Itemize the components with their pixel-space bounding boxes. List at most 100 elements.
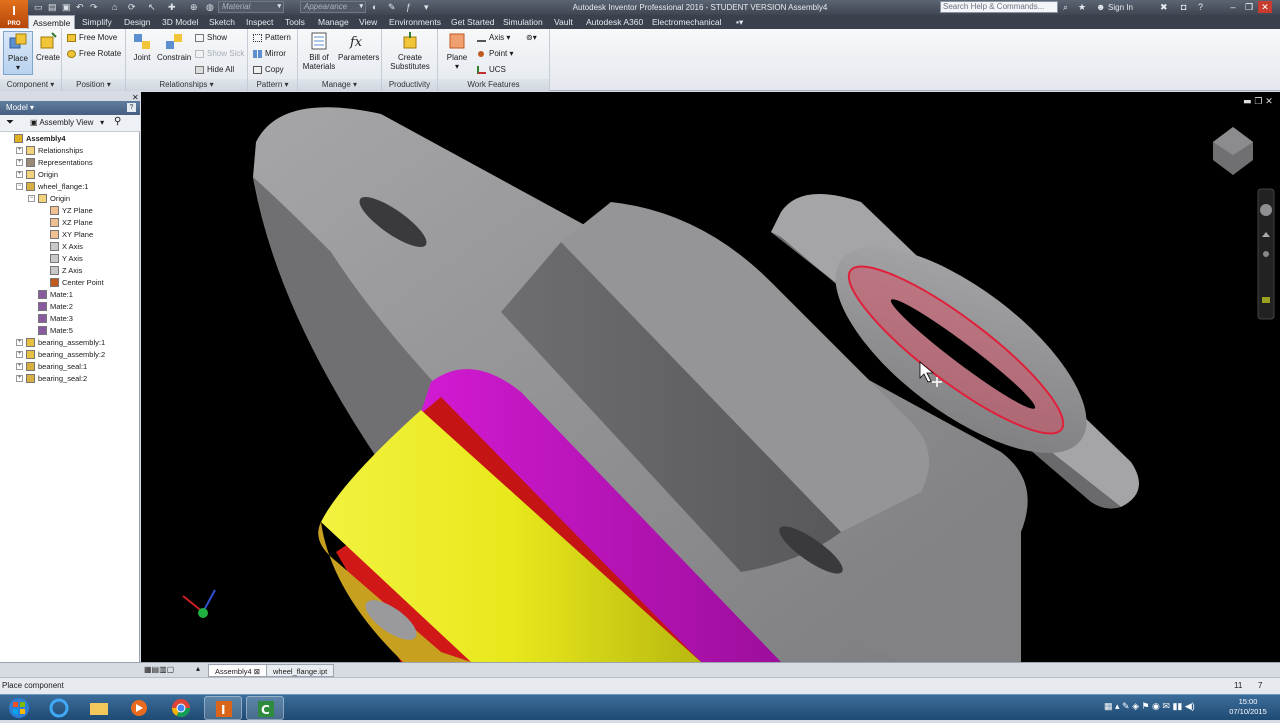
measure-icon[interactable]: ✚ [168, 2, 176, 13]
tab-sketch[interactable]: Sketch [205, 15, 239, 29]
browser-node[interactable]: + Representations [0, 157, 140, 169]
tab-autodesk-a360[interactable]: Autodesk A360 [582, 15, 647, 29]
find-icon[interactable]: ⚲ [114, 116, 121, 127]
tab-simplify[interactable]: Simplify [78, 15, 116, 29]
tab-vault[interactable]: Vault [550, 15, 577, 29]
filter-icon[interactable]: ⏷ [6, 117, 14, 128]
free-move-button[interactable]: Free Move [66, 31, 117, 45]
parameters-button[interactable]: fx Parameters [338, 31, 379, 75]
binoculars-icon[interactable]: ⌕ [1063, 1, 1068, 14]
create-button[interactable]: Create [33, 31, 63, 75]
browser-node[interactable]: + bearing_assembly:2 [0, 349, 140, 361]
help-search-input[interactable]: Search Help & Commands... [940, 1, 1058, 13]
constrain-button[interactable]: Constrain [157, 31, 191, 75]
copy-button[interactable]: Copy [252, 63, 284, 77]
panel-title-pattern[interactable]: Pattern ▾ [248, 79, 297, 91]
panel-title-work-features[interactable]: Work Features [438, 79, 549, 91]
browser-node[interactable]: Z Axis [0, 265, 140, 277]
tab-inspect[interactable]: Inspect [242, 15, 277, 29]
material-combo[interactable]: Material ▾ [218, 1, 284, 13]
taskbar-ie[interactable] [40, 696, 78, 720]
place-button[interactable]: Place ▾ [3, 31, 33, 75]
browser-node[interactable]: + Relationships [0, 145, 140, 157]
select-icon[interactable]: ↖ [148, 2, 156, 13]
clear-appearance-icon[interactable]: ◐ [372, 2, 377, 13]
browser-node[interactable]: Y Axis [0, 253, 140, 265]
browser-header[interactable]: Model ▾ ? [0, 101, 140, 115]
expand-icon[interactable]: + [16, 147, 23, 154]
new-icon[interactable]: ▭ [34, 2, 43, 13]
browser-node[interactable]: Assembly4 [0, 133, 140, 145]
browser-node[interactable]: YZ Plane [0, 205, 140, 217]
point-button[interactable]: Point ▾ [476, 47, 513, 61]
browser-node[interactable]: X Axis [0, 241, 140, 253]
tab-view[interactable]: View [355, 15, 381, 29]
bill-of-materials-button[interactable]: Bill of Materials [302, 31, 336, 75]
panel-title-position[interactable]: Position ▾ [62, 79, 125, 91]
tab-overflow[interactable]: ▪▾ [732, 15, 747, 29]
browser-node[interactable]: Center Point [0, 277, 140, 289]
graphics-window[interactable]: ▬ ❐ ✕ [141, 92, 1280, 662]
subscription-icon[interactable]: ◘ [1181, 1, 1186, 14]
collapse-icon[interactable]: − [16, 183, 23, 190]
zoom-icon[interactable]: ⊕ [190, 2, 198, 13]
taskbar-camtasia[interactable]: C [246, 696, 284, 720]
more-icon[interactable]: ▾ [424, 2, 429, 13]
free-rotate-button[interactable]: Free Rotate [66, 47, 121, 61]
browser-node[interactable]: + bearing_assembly:1 [0, 337, 140, 349]
user-icon[interactable]: ☻ [1096, 1, 1105, 14]
browser-node[interactable]: Mate:2 [0, 301, 140, 313]
tab-assemble[interactable]: Assemble [28, 15, 76, 29]
expand-icon[interactable]: + [16, 339, 23, 346]
browser-node[interactable]: Mate:3 [0, 313, 140, 325]
tab-tools[interactable]: Tools [281, 15, 309, 29]
assembly-view-dropdown[interactable]: ▣ Assembly View ▾ [30, 118, 104, 127]
taskbar-explorer[interactable] [80, 696, 118, 720]
expand-icon[interactable]: + [16, 159, 23, 166]
appearance-combo[interactable]: Appearance ▾ [300, 1, 366, 13]
start-button[interactable] [2, 696, 36, 720]
browser-node[interactable]: Mate:5 [0, 325, 140, 337]
browser-node[interactable]: Mate:1 [0, 289, 140, 301]
taskbar-inventor[interactable]: I [204, 696, 242, 720]
joint-button[interactable]: Joint [127, 31, 157, 75]
expand-icon[interactable]: + [16, 363, 23, 370]
steering-wheel-icon[interactable] [1260, 204, 1272, 216]
star-icon[interactable]: ★ [1078, 1, 1086, 14]
browser-node[interactable]: XZ Plane [0, 217, 140, 229]
help-icon[interactable]: ? [1198, 1, 1203, 14]
browser-help-icon[interactable]: ? [127, 103, 136, 112]
viewport-window-controls[interactable]: ▬ ❐ ✕ [1243, 97, 1273, 107]
browser-node[interactable]: − wheel_flange:1 [0, 181, 140, 193]
doc-tab-menu-icon[interactable]: ▴ [196, 664, 200, 673]
expand-icon[interactable]: + [16, 375, 23, 382]
show-button[interactable]: Show [194, 31, 227, 45]
color-icon[interactable]: ◍ [206, 2, 214, 13]
tab-get-started[interactable]: Get Started [447, 15, 498, 29]
tab-electromechanical[interactable]: Electromechanical [648, 15, 725, 29]
browser-close-icon[interactable]: ✕ [132, 93, 139, 102]
adjust-icon[interactable]: ✎ [388, 2, 396, 13]
browser-node[interactable]: + Origin [0, 169, 140, 181]
look-at-icon[interactable] [1262, 297, 1270, 303]
expand-icon[interactable]: + [16, 351, 23, 358]
browser-node[interactable]: + bearing_seal:2 [0, 373, 140, 385]
save-icon[interactable]: ▣ [62, 2, 71, 13]
pattern-button[interactable]: Pattern [252, 31, 291, 45]
tab-design[interactable]: Design [120, 15, 154, 29]
show-sick-button[interactable]: Show Sick [194, 47, 244, 61]
panel-title-manage[interactable]: Manage ▾ [298, 79, 381, 91]
taskbar-clock[interactable]: 15:00 07/10/2015 [1220, 697, 1276, 717]
tab-manage[interactable]: Manage [314, 15, 353, 29]
browser-node[interactable]: XY Plane [0, 229, 140, 241]
ucs-button[interactable]: UCS [476, 63, 506, 77]
create-substitutes-button[interactable]: Create Substitutes [388, 31, 432, 75]
sign-in-link[interactable]: Sign In [1108, 1, 1133, 14]
browser-node[interactable]: − Origin [0, 193, 140, 205]
undo-icon[interactable]: ↶ [76, 2, 84, 13]
tab-3d-model[interactable]: 3D Model [158, 15, 202, 29]
panel-title-relationships[interactable]: Relationships ▾ [126, 79, 247, 91]
collapse-icon[interactable]: − [28, 195, 35, 202]
home-icon[interactable]: ⌂ [112, 2, 117, 13]
minimize-button[interactable]: ‒ [1226, 1, 1240, 13]
